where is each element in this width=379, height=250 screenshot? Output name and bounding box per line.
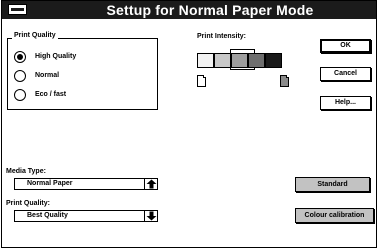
intensity-level-swatch[interactable] xyxy=(265,53,282,68)
down-arrow-icon[interactable] xyxy=(144,211,157,221)
radio-label: Eco / fast xyxy=(35,91,67,98)
print-quality-select[interactable]: Best Quality xyxy=(14,210,158,222)
print-quality-group xyxy=(7,38,158,110)
printer-settings-dialog: Settup for Normal Paper Mode Print Quali… xyxy=(1,0,377,248)
radio-button-icon[interactable] xyxy=(14,70,26,82)
radio-button-icon[interactable] xyxy=(14,89,26,101)
media-type-value: Normal Paper xyxy=(27,180,73,187)
print-intensity-label: Print Intensity: xyxy=(197,33,247,40)
print-quality-value: Best Quality xyxy=(27,212,68,219)
radio-button-icon[interactable] xyxy=(14,51,26,63)
window-title: Settup for Normal Paper Mode xyxy=(106,2,314,18)
intensity-level-swatch[interactable] xyxy=(248,53,265,68)
help-button[interactable]: Help... xyxy=(320,96,371,110)
intensity-level-swatch[interactable] xyxy=(231,53,248,68)
print-quality-select-label: Print Quality: xyxy=(6,200,50,207)
media-type-select[interactable]: Normal Paper xyxy=(14,178,158,190)
ok-button[interactable]: OK xyxy=(320,39,371,53)
intensity-level-swatch[interactable] xyxy=(197,53,214,68)
media-type-label: Media Type: xyxy=(6,168,46,175)
radio-label: Normal xyxy=(35,72,60,79)
light-page-icon xyxy=(197,75,206,87)
title-bar: Settup for Normal Paper Mode xyxy=(2,1,376,19)
colour-calibration-button[interactable]: Colour calibration xyxy=(295,208,374,223)
standard-button[interactable]: Standard xyxy=(295,177,370,192)
cancel-button[interactable]: Cancel xyxy=(320,67,371,81)
up-arrow-icon[interactable] xyxy=(144,179,157,189)
system-menu-icon[interactable] xyxy=(8,4,27,15)
dark-page-icon xyxy=(280,75,289,87)
print-quality-group-label: Print Quality xyxy=(12,32,58,39)
intensity-level-swatch[interactable] xyxy=(214,53,231,68)
radio-label: High Quality xyxy=(35,53,77,60)
